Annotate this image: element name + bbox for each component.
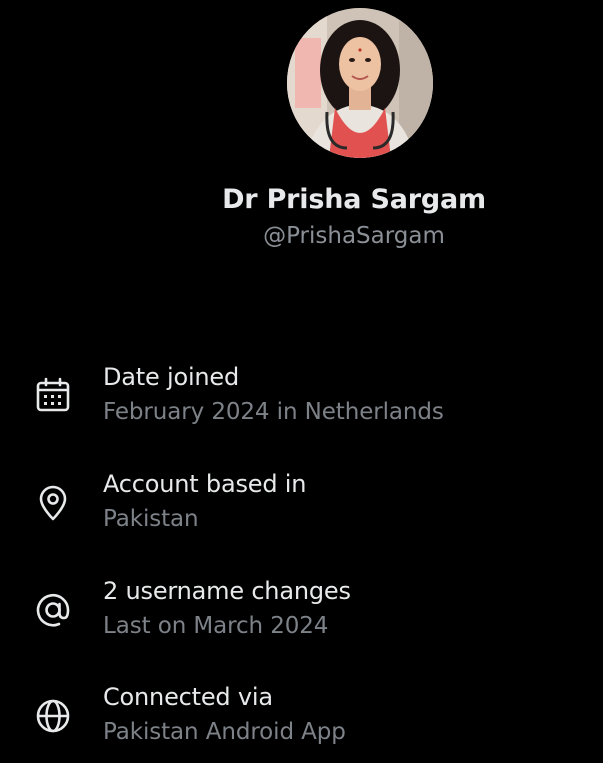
detail-row-connected-via: Connected via Pakistan Android App (0, 683, 603, 763)
detail-row-account-based-in: Account based in Pakistan (0, 470, 603, 550)
detail-value: February 2024 in Netherlands (103, 399, 444, 425)
avatar[interactable] (287, 8, 433, 158)
at-sign-icon (34, 591, 72, 629)
username-handle: @PrishaSargam (263, 223, 445, 249)
detail-label: Connected via (103, 683, 273, 711)
detail-value: Pakistan Android App (103, 719, 346, 745)
detail-value: Last on March 2024 (103, 613, 329, 639)
location-pin-icon (34, 484, 72, 522)
detail-label: Account based in (103, 470, 307, 498)
detail-label: 2 username changes (103, 577, 351, 605)
display-name: Dr Prisha Sargam (222, 184, 486, 215)
detail-label: Date joined (103, 363, 240, 391)
detail-row-date-joined: Date joined February 2024 in Netherlands (0, 363, 603, 443)
detail-value: Pakistan (103, 506, 199, 532)
calendar-icon (34, 376, 72, 414)
globe-icon (34, 697, 72, 735)
profile-photo (287, 8, 433, 158)
detail-row-username-changes: 2 username changes Last on March 2024 (0, 577, 603, 657)
